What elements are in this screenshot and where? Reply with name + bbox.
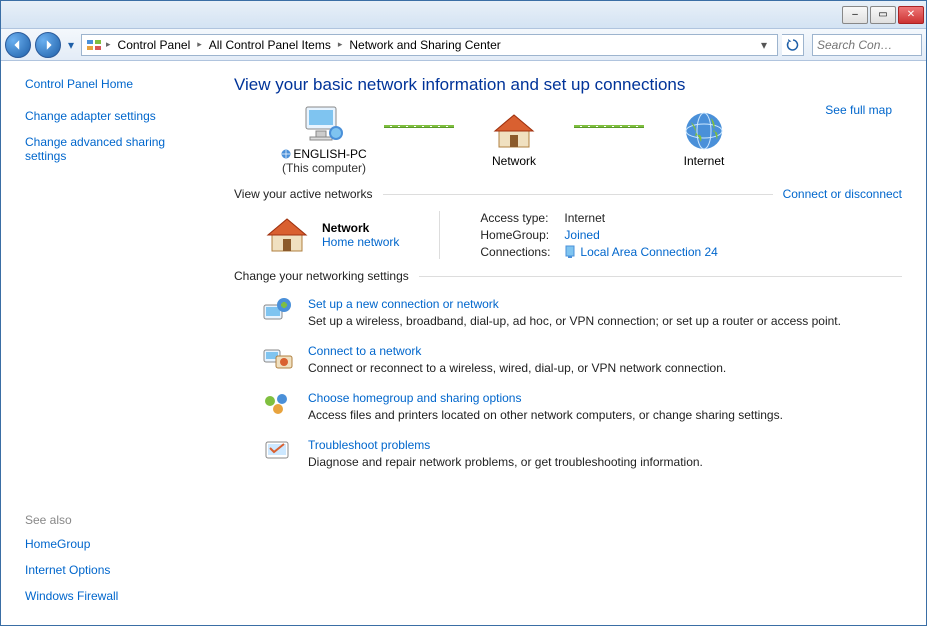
control-panel-icon xyxy=(86,37,102,53)
computer-icon xyxy=(300,103,348,145)
node-this-computer: ENGLISH-PC (This computer) xyxy=(264,103,384,175)
this-computer-label: (This computer) xyxy=(282,161,366,175)
globe-small-icon xyxy=(281,149,291,159)
control-panel-home-link[interactable]: Control Panel Home xyxy=(25,77,192,91)
task-connect-network-desc: Connect or reconnect to a wireless, wire… xyxy=(308,361,726,375)
setup-connection-icon xyxy=(262,297,294,325)
vertical-divider xyxy=(439,211,440,259)
task-homegroup-desc: Access files and printers located on oth… xyxy=(308,408,783,422)
main-content: View your basic network information and … xyxy=(206,61,926,625)
task-homegroup-sharing: Choose homegroup and sharing options Acc… xyxy=(262,391,902,422)
network-label: Network xyxy=(492,154,536,168)
task-troubleshoot-link[interactable]: Troubleshoot problems xyxy=(308,438,703,452)
change-adapter-settings-link[interactable]: Change adapter settings xyxy=(25,109,192,123)
troubleshoot-icon xyxy=(262,438,294,466)
homegroup-key: HomeGroup: xyxy=(480,228,550,242)
connect-network-icon xyxy=(262,344,294,372)
close-icon: ✕ xyxy=(907,9,915,20)
history-dropdown[interactable]: ▾ xyxy=(65,34,77,56)
titlebar: – ▭ ✕ xyxy=(1,1,926,29)
see-also-homegroup[interactable]: HomeGroup xyxy=(25,537,192,551)
task-list: Set up a new connection or network Set u… xyxy=(254,297,902,469)
task-troubleshoot: Troubleshoot problems Diagnose and repai… xyxy=(262,438,902,469)
active-network-details: Access type: Internet HomeGroup: Joined … xyxy=(480,211,717,259)
maximize-button[interactable]: ▭ xyxy=(870,6,896,24)
search-input[interactable] xyxy=(817,38,917,52)
task-connect-network: Connect to a network Connect or reconnec… xyxy=(262,344,902,375)
divider-line xyxy=(419,276,902,277)
change-advanced-sharing-link[interactable]: Change advanced sharing settings xyxy=(25,135,192,163)
task-setup-connection: Set up a new connection or network Set u… xyxy=(262,297,902,328)
node-internet: Internet xyxy=(644,110,764,168)
divider-line xyxy=(383,194,773,195)
address-bar[interactable]: ▸ Control Panel ▸ All Control Panel Item… xyxy=(81,34,778,56)
see-also-windows-firewall[interactable]: Windows Firewall xyxy=(25,589,192,603)
active-network-info: Network Home network xyxy=(264,211,399,259)
chevron-right-icon: ▸ xyxy=(104,39,113,50)
task-connect-network-link[interactable]: Connect to a network xyxy=(308,344,726,358)
network-map: ENGLISH-PC (This computer) Network Inter… xyxy=(264,103,902,175)
ethernet-icon xyxy=(564,245,576,259)
pc-name-label: ENGLISH-PC xyxy=(293,147,366,161)
link-line xyxy=(574,125,644,128)
connect-disconnect-link[interactable]: Connect or disconnect xyxy=(783,187,902,201)
task-homegroup-link[interactable]: Choose homegroup and sharing options xyxy=(308,391,783,405)
search-box[interactable] xyxy=(812,34,922,56)
breadcrumb-all-items[interactable]: All Control Panel Items xyxy=(206,38,334,52)
close-button[interactable]: ✕ xyxy=(898,6,924,24)
back-button[interactable] xyxy=(5,32,31,58)
breadcrumb-control-panel[interactable]: Control Panel xyxy=(115,38,194,52)
access-type-key: Access type: xyxy=(480,211,550,225)
see-also-internet-options[interactable]: Internet Options xyxy=(25,563,192,577)
active-network-row: Network Home network Access type: Intern… xyxy=(264,211,902,259)
homegroup-icon xyxy=(262,391,294,419)
connection-link[interactable]: Local Area Connection 24 xyxy=(580,245,717,259)
minimize-button[interactable]: – xyxy=(842,6,868,24)
house-icon xyxy=(490,110,538,152)
sidebar: Control Panel Home Change adapter settin… xyxy=(1,61,206,625)
active-networks-label: View your active networks xyxy=(234,187,373,201)
house-icon xyxy=(264,215,310,255)
network-type-link[interactable]: Home network xyxy=(322,235,399,249)
internet-label: Internet xyxy=(684,154,725,168)
chevron-right-icon: ▸ xyxy=(336,39,345,50)
task-setup-connection-link[interactable]: Set up a new connection or network xyxy=(308,297,841,311)
homegroup-value-link[interactable]: Joined xyxy=(564,228,717,242)
task-setup-connection-desc: Set up a wireless, broadband, dial-up, a… xyxy=(308,314,841,328)
see-full-map-link[interactable]: See full map xyxy=(825,103,892,117)
see-also-header: See also xyxy=(25,513,192,527)
navbar: ▾ ▸ Control Panel ▸ All Control Panel It… xyxy=(1,29,926,61)
body: ? Control Panel Home Change adapter sett… xyxy=(1,61,926,625)
refresh-button[interactable] xyxy=(782,34,804,56)
breadcrumb-network-sharing[interactable]: Network and Sharing Center xyxy=(346,38,503,52)
address-dropdown-button[interactable]: ▾ xyxy=(755,35,773,55)
network-name: Network xyxy=(322,221,399,235)
chevron-right-icon: ▸ xyxy=(195,39,204,50)
minimize-icon: – xyxy=(852,9,858,20)
change-settings-header: Change your networking settings xyxy=(234,269,902,283)
access-type-value: Internet xyxy=(564,211,717,225)
node-network: Network xyxy=(454,110,574,168)
page-title: View your basic network information and … xyxy=(234,75,902,95)
change-settings-label: Change your networking settings xyxy=(234,269,409,283)
window: – ▭ ✕ ▾ ▸ Control Panel ▸ All Control Pa… xyxy=(0,0,927,626)
active-networks-header: View your active networks Connect or dis… xyxy=(234,187,902,201)
globe-icon xyxy=(680,110,728,152)
forward-button[interactable] xyxy=(35,32,61,58)
task-troubleshoot-desc: Diagnose and repair network problems, or… xyxy=(308,455,703,469)
maximize-icon: ▭ xyxy=(878,9,887,20)
link-line xyxy=(384,125,454,128)
connections-key: Connections: xyxy=(480,245,550,259)
